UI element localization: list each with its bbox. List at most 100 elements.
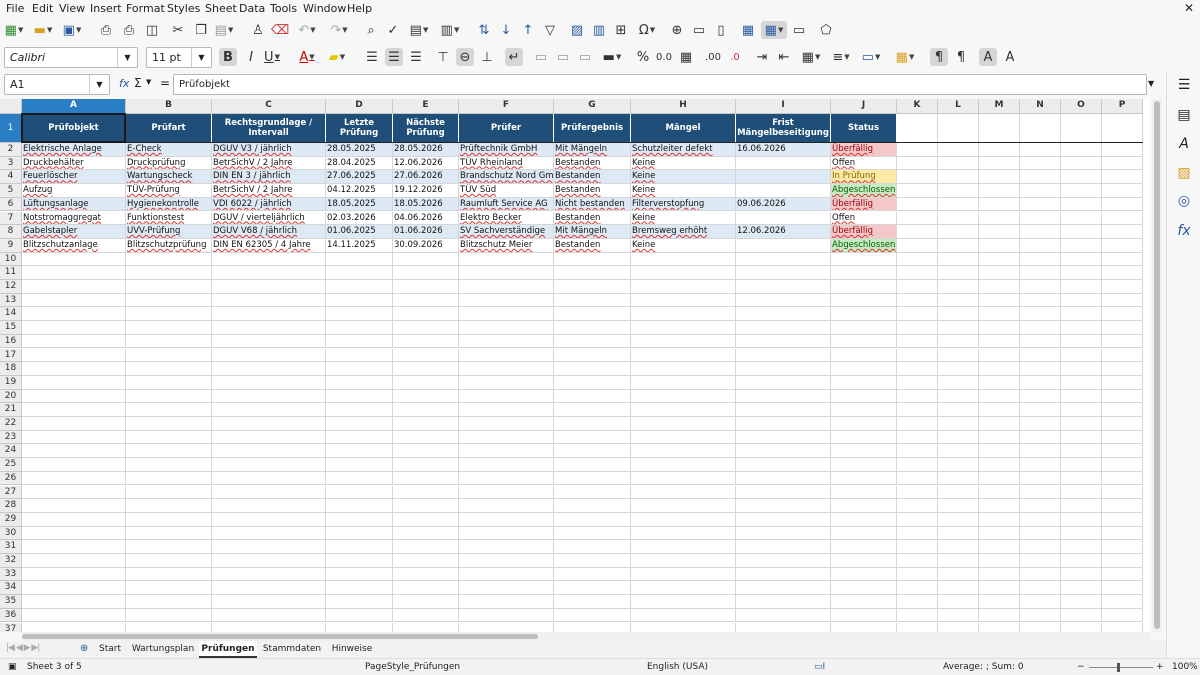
empty-cell[interactable]: [126, 389, 212, 404]
header-cell[interactable]: Mängel: [631, 114, 736, 143]
empty-cell[interactable]: [1102, 622, 1143, 632]
empty-cell[interactable]: [631, 567, 736, 582]
empty-cell[interactable]: [1020, 567, 1061, 582]
empty-cell[interactable]: [1020, 375, 1061, 390]
merge-center-icon[interactable]: ▭: [532, 48, 550, 66]
empty-cell[interactable]: [736, 581, 831, 596]
paste-icon[interactable]: ▤ ▼: [215, 21, 234, 39]
table-cell[interactable]: [736, 170, 831, 185]
table-cell[interactable]: 28.04.2025: [326, 156, 393, 171]
empty-cell[interactable]: [938, 293, 979, 308]
empty-cell[interactable]: [1061, 280, 1102, 294]
empty-cell[interactable]: [736, 444, 831, 459]
empty-cell[interactable]: [938, 348, 979, 363]
gallery-icon[interactable]: ▨: [1175, 164, 1193, 182]
empty-cell[interactable]: [393, 581, 459, 596]
empty-cell[interactable]: [126, 348, 212, 363]
table-cell[interactable]: E-Check: [126, 143, 212, 157]
empty-cell[interactable]: [554, 252, 631, 267]
empty-cell[interactable]: [212, 403, 326, 417]
table-cell[interactable]: [736, 156, 831, 171]
empty-cell[interactable]: [831, 403, 897, 417]
empty-cell[interactable]: [326, 485, 393, 500]
menu-window[interactable]: Window: [303, 2, 346, 15]
empty-cell[interactable]: [938, 540, 979, 554]
empty-cell[interactable]: [736, 430, 831, 445]
empty-cell[interactable]: [554, 581, 631, 596]
empty-cell[interactable]: [393, 512, 459, 527]
empty-cell[interactable]: [736, 540, 831, 554]
table-cell[interactable]: Blitzschutz Meier: [459, 238, 554, 253]
menu-edit[interactable]: Edit: [32, 2, 53, 15]
empty-cell[interactable]: [1020, 622, 1061, 632]
empty-cell[interactable]: [1061, 554, 1102, 568]
empty-cell[interactable]: [938, 512, 979, 527]
menu-insert[interactable]: Insert: [90, 2, 122, 15]
empty-cell[interactable]: [897, 252, 938, 267]
empty-cell[interactable]: [212, 581, 326, 596]
empty-cell[interactable]: [326, 280, 393, 294]
empty-cell[interactable]: [1102, 238, 1143, 253]
column-header-m[interactable]: M: [979, 99, 1020, 114]
empty-cell[interactable]: [393, 608, 459, 623]
empty-cell[interactable]: [1020, 430, 1061, 445]
empty-cell[interactable]: [979, 170, 1020, 185]
empty-cell[interactable]: [938, 280, 979, 294]
table-cell[interactable]: 01.06.2026: [393, 225, 459, 239]
special-character-icon[interactable]: Ω ▼: [638, 21, 656, 39]
table-cell[interactable]: Bestanden: [554, 238, 631, 253]
empty-cell[interactable]: [212, 280, 326, 294]
row-header-2[interactable]: 2: [0, 143, 22, 157]
menu-styles[interactable]: Styles: [167, 2, 200, 15]
empty-cell[interactable]: [831, 252, 897, 267]
table-cell[interactable]: TÜV Rheinland: [459, 156, 554, 171]
empty-cell[interactable]: [631, 321, 736, 335]
empty-cell[interactable]: [554, 417, 631, 431]
empty-cell[interactable]: [979, 197, 1020, 212]
table-cell[interactable]: DIN EN 3 / jährlich: [212, 170, 326, 185]
empty-cell[interactable]: [631, 458, 736, 472]
empty-cell[interactable]: [22, 595, 126, 609]
empty-cell[interactable]: [631, 252, 736, 267]
empty-cell[interactable]: [979, 389, 1020, 404]
empty-cell[interactable]: [1102, 403, 1143, 417]
empty-cell[interactable]: [631, 307, 736, 322]
zoom-out-icon[interactable]: −: [1077, 662, 1085, 672]
close-document-icon[interactable]: ✕: [1184, 1, 1194, 15]
tab-start[interactable]: Start: [92, 641, 128, 658]
empty-cell[interactable]: [1102, 485, 1143, 500]
table-cell[interactable]: [736, 184, 831, 198]
empty-cell[interactable]: [393, 595, 459, 609]
empty-cell[interactable]: [459, 540, 554, 554]
add-decimal-icon[interactable]: .00: [704, 48, 722, 66]
empty-cell[interactable]: [938, 156, 979, 171]
empty-cell[interactable]: [1102, 114, 1143, 143]
tab-wartungsplan[interactable]: Wartungsplan: [129, 641, 197, 658]
empty-cell[interactable]: [1102, 389, 1143, 404]
empty-cell[interactable]: [1102, 197, 1143, 212]
table-cell[interactable]: BetrSichV / 2 Jahre: [212, 156, 326, 171]
column-header-g[interactable]: G: [554, 99, 631, 114]
empty-cell[interactable]: [22, 293, 126, 308]
empty-cell[interactable]: [736, 526, 831, 541]
row-header-10[interactable]: 10: [0, 252, 22, 267]
empty-cell[interactable]: [1061, 170, 1102, 185]
empty-cell[interactable]: [897, 197, 938, 212]
column-header-f[interactable]: F: [459, 99, 554, 114]
empty-cell[interactable]: [938, 170, 979, 185]
align-bottom-icon[interactable]: ⊥: [478, 48, 496, 66]
table-cell[interactable]: Bestanden: [554, 211, 631, 226]
empty-cell[interactable]: [1102, 307, 1143, 322]
empty-cell[interactable]: [1102, 225, 1143, 239]
table-cell[interactable]: Keine: [631, 211, 736, 226]
empty-cell[interactable]: [979, 184, 1020, 198]
empty-cell[interactable]: [979, 540, 1020, 554]
empty-cell[interactable]: [1020, 389, 1061, 404]
empty-cell[interactable]: [459, 266, 554, 280]
empty-cell[interactable]: [554, 430, 631, 445]
empty-cell[interactable]: [736, 622, 831, 632]
empty-cell[interactable]: [1102, 417, 1143, 431]
empty-cell[interactable]: [326, 595, 393, 609]
empty-cell[interactable]: [22, 403, 126, 417]
row-header-19[interactable]: 19: [0, 375, 22, 390]
